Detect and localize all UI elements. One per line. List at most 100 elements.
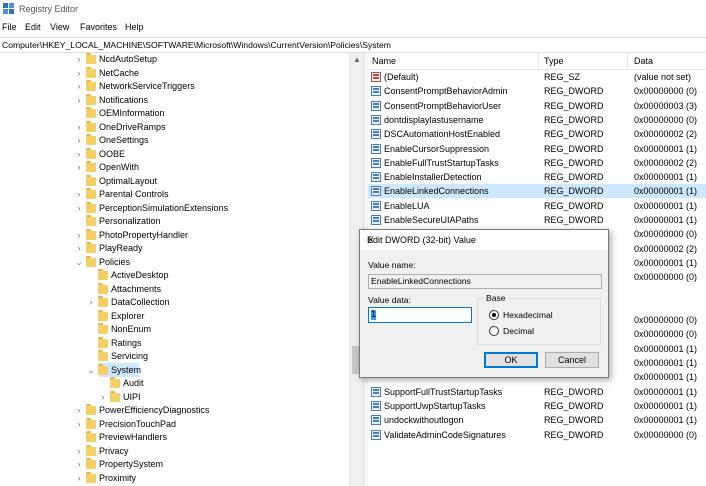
tree-item-label[interactable]: Proximity bbox=[99, 472, 136, 485]
tree-item-label[interactable]: OOBE bbox=[99, 148, 125, 161]
value-row[interactable]: dontdisplaylastusername REG_DWORD 0x000000… bbox=[368, 113, 706, 127]
value-row[interactable]: EnableInstallerDetection REG_DWORD 0x00000… bbox=[368, 170, 706, 184]
value-row[interactable]: EnableLUA REG_DWORD 0x00000001 (1) bbox=[368, 199, 706, 213]
tree-item-label[interactable]: NetCache bbox=[99, 67, 139, 80]
tree-item-label[interactable]: OpenWith bbox=[99, 161, 139, 174]
tree-item-notifications[interactable]: › Notifications bbox=[0, 93, 349, 107]
menu-file[interactable]: File bbox=[2, 22, 17, 32]
tree-item-personalization[interactable]: Personalization bbox=[0, 215, 349, 228]
chevron-right-icon[interactable]: › bbox=[75, 134, 83, 147]
address-bar[interactable]: Computer\HKEY_LOCAL_MACHINE\SOFTWARE\Mic… bbox=[0, 37, 706, 53]
chevron-right-icon[interactable]: › bbox=[75, 188, 83, 201]
tree-item-powerefficiencydiagnostics[interactable]: › PowerEfficiencyDiagnostics bbox=[0, 404, 349, 417]
tree-item-servicing[interactable]: Servicing bbox=[0, 350, 349, 363]
chevron-right-icon[interactable]: › bbox=[75, 418, 83, 431]
tree-item-activedesktop[interactable]: ActiveDesktop bbox=[0, 269, 349, 282]
column-name-header[interactable]: Name bbox=[372, 56, 396, 66]
tree-item-label[interactable]: Notifications bbox=[99, 94, 148, 107]
value-row[interactable]: DSCAutomationHostEnabled REG_DWORD 0x00000… bbox=[368, 127, 706, 141]
tree-item-openwith[interactable]: › OpenWith bbox=[0, 161, 349, 174]
value-row[interactable]: EnableCursorSuppression REG_DWORD 0x000000… bbox=[368, 142, 706, 156]
chevron-right-icon[interactable]: › bbox=[75, 404, 83, 417]
tree-item-system[interactable]: ⌄ System bbox=[0, 363, 349, 377]
tree-item-label[interactable]: PowerEfficiencyDiagnostics bbox=[99, 404, 209, 417]
tree-item-label[interactable]: PropertySystem bbox=[99, 458, 163, 471]
column-divider[interactable] bbox=[538, 53, 539, 69]
tree-item-label[interactable]: OptimalLayout bbox=[99, 175, 157, 188]
tree-item-label[interactable]: Ratings bbox=[111, 337, 142, 350]
decimal-radio[interactable] bbox=[489, 326, 499, 336]
chevron-right-icon[interactable]: › bbox=[75, 472, 83, 485]
column-type-header[interactable]: Type bbox=[544, 56, 564, 66]
chevron-right-icon[interactable]: › bbox=[75, 229, 83, 242]
key-tree[interactable]: › NcdAutoSetup › NetCache › NetworkServiceTri… bbox=[0, 53, 362, 486]
chevron-right-icon[interactable]: › bbox=[75, 80, 83, 93]
decimal-label[interactable]: Decimal bbox=[503, 326, 534, 336]
tree-item-datacollection[interactable]: › DataCollection bbox=[0, 296, 349, 309]
tree-item-parental controls[interactable]: › Parental Controls bbox=[0, 188, 349, 201]
value-data-text[interactable]: 1 bbox=[371, 309, 376, 319]
tree-item-perceptionsimulationextensions[interactable]: › PerceptionSimulationExtensions bbox=[0, 201, 349, 215]
chevron-right-icon[interactable]: › bbox=[75, 445, 83, 458]
value-row[interactable]: SupportUwpStartupTasks REG_DWORD 0x0000000… bbox=[368, 399, 706, 413]
chevron-right-icon[interactable]: › bbox=[75, 148, 83, 161]
chevron-right-icon[interactable]: › bbox=[87, 296, 95, 309]
tree-item-label[interactable]: Servicing bbox=[111, 350, 148, 363]
column-data-header[interactable]: Data bbox=[634, 56, 653, 66]
tree-item-ncdautosetup[interactable]: › NcdAutoSetup bbox=[0, 53, 349, 66]
value-row[interactable]: (Default) REG_SZ (value not set) bbox=[368, 70, 706, 84]
chevron-right-icon[interactable]: › bbox=[75, 161, 83, 174]
tree-item-label[interactable]: Parental Controls bbox=[99, 188, 169, 201]
tree-item-label[interactable]: OneSettings bbox=[99, 134, 149, 147]
cancel-button[interactable]: Cancel bbox=[545, 352, 599, 368]
tree-item-oobe[interactable]: › OOBE bbox=[0, 147, 349, 161]
tree-item-label[interactable]: NetworkServiceTriggers bbox=[99, 80, 195, 93]
tree-item-label[interactable]: PerceptionSimulationExtensions bbox=[99, 202, 228, 215]
tree-item-label[interactable]: ActiveDesktop bbox=[111, 269, 169, 282]
tree-item-precisiontouchpad[interactable]: › PrecisionTouchPad bbox=[0, 417, 349, 431]
tree-item-nonenum[interactable]: NonEnum bbox=[0, 323, 349, 336]
tree-item-label[interactable]: Explorer bbox=[111, 310, 145, 323]
chevron-right-icon[interactable]: › bbox=[75, 94, 83, 107]
hexadecimal-radio[interactable] bbox=[489, 310, 499, 320]
tree-item-label[interactable]: PhotoPropertyHandler bbox=[99, 229, 188, 242]
menu-edit[interactable]: Edit bbox=[25, 22, 41, 32]
tree-item-propertysystem[interactable]: › PropertySystem bbox=[0, 458, 349, 471]
tree-item-label[interactable]: Personalization bbox=[99, 215, 161, 228]
tree-item-networkservicetriggers[interactable]: › NetworkServiceTriggers bbox=[0, 80, 349, 93]
tree-item-photopropertyhandler[interactable]: › PhotoPropertyHandler bbox=[0, 228, 349, 242]
tree-item-attachments[interactable]: Attachments bbox=[0, 282, 349, 296]
tree-item-label[interactable]: PreviewHandlers bbox=[99, 431, 167, 444]
menu-view[interactable]: View bbox=[50, 22, 69, 32]
tree-item-label[interactable]: PrecisionTouchPad bbox=[99, 418, 176, 431]
tree-item-label[interactable]: Audit bbox=[123, 377, 144, 390]
column-divider[interactable] bbox=[627, 53, 628, 69]
tree-item-label[interactable]: DataCollection bbox=[111, 296, 170, 309]
tree-item-playready[interactable]: › PlayReady bbox=[0, 242, 349, 255]
tree-item-label[interactable]: System bbox=[111, 364, 141, 377]
tree-item-oeminformation[interactable]: OEMInformation bbox=[0, 107, 349, 120]
chevron-down-icon[interactable]: ⌄ bbox=[87, 364, 95, 377]
scroll-up-icon[interactable]: ▲ bbox=[353, 55, 361, 64]
value-row[interactable]: EnableLinkedConnections REG_DWORD 0x000000… bbox=[368, 184, 706, 199]
tree-item-audit[interactable]: Audit bbox=[0, 377, 349, 390]
value-row[interactable]: EnableFullTrustStartupTasks REG_DWORD 0x00… bbox=[368, 156, 706, 170]
chevron-right-icon[interactable]: › bbox=[75, 242, 83, 255]
tree-item-proximity[interactable]: › Proximity bbox=[0, 471, 349, 485]
value-row[interactable]: ConsentPromptBehaviorAdmin REG_DWORD 0x000… bbox=[368, 84, 706, 98]
tree-item-label[interactable]: UIPI bbox=[123, 391, 141, 404]
chevron-right-icon[interactable]: › bbox=[75, 53, 83, 66]
menu-favorites[interactable]: Favorites bbox=[80, 22, 117, 32]
chevron-right-icon[interactable]: › bbox=[99, 391, 107, 404]
tree-item-previewhandlers[interactable]: PreviewHandlers bbox=[0, 431, 349, 444]
tree-item-optimallayout[interactable]: OptimalLayout bbox=[0, 174, 349, 188]
value-row[interactable]: EnableSecureUIAPaths REG_DWORD 0x00000001 … bbox=[368, 213, 706, 227]
tree-item-uipi[interactable]: › UIPI bbox=[0, 390, 349, 404]
chevron-right-icon[interactable]: › bbox=[75, 121, 83, 134]
tree-item-label[interactable]: OEMInformation bbox=[99, 107, 165, 120]
tree-item-label[interactable]: NcdAutoSetup bbox=[99, 53, 157, 66]
tree-item-onesettings[interactable]: › OneSettings bbox=[0, 134, 349, 147]
tree-item-onedriveramps[interactable]: › OneDriveRamps bbox=[0, 120, 349, 134]
tree-item-label[interactable]: Attachments bbox=[111, 283, 161, 296]
value-row[interactable]: undockwithoutlogon REG_DWORD 0x00000001 (1… bbox=[368, 413, 706, 427]
